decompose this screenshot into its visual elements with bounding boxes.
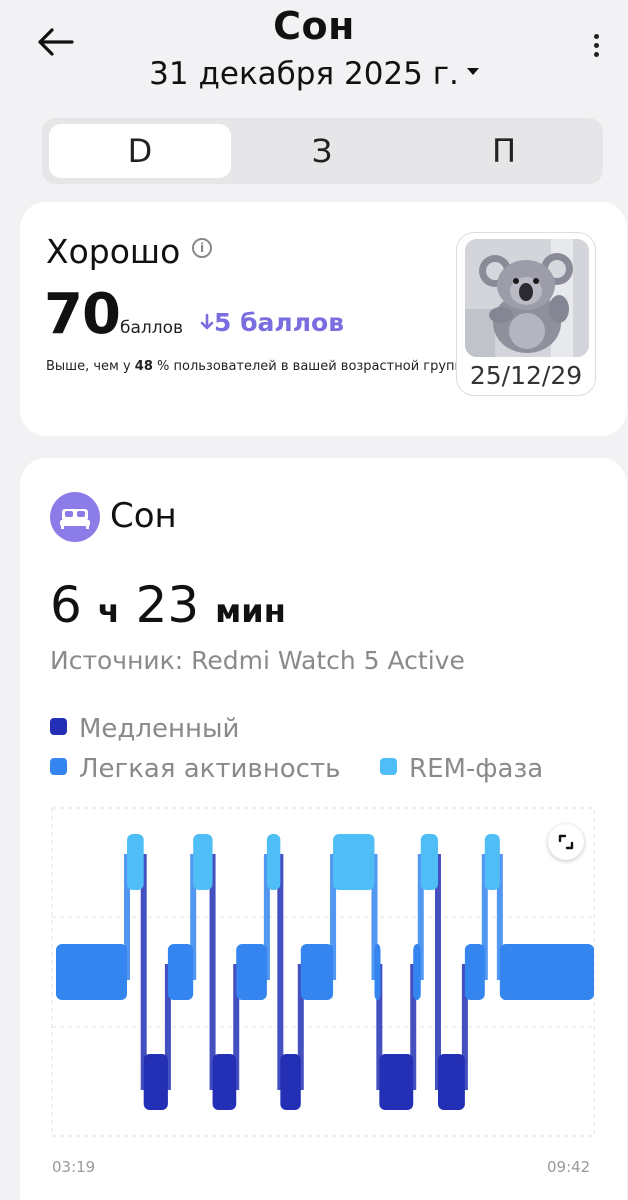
arrow-down-icon — [200, 313, 214, 330]
stage-block-light — [300, 944, 334, 1000]
info-icon[interactable]: i — [192, 238, 212, 258]
dropdown-caret-icon — [466, 68, 479, 75]
stage-block-rem — [127, 834, 144, 890]
chart-end-time: 09:42 — [547, 1158, 591, 1176]
sleep-quality-label: Хорошо — [46, 232, 181, 271]
more-dot-icon — [593, 34, 599, 39]
stage-block-rem — [193, 834, 213, 890]
tab-month[interactable]: П — [413, 124, 595, 178]
stage-block-light — [236, 944, 267, 1000]
expand-chart-button[interactable] — [548, 824, 584, 860]
stage-transition — [277, 854, 284, 1090]
stage-block-light — [374, 944, 381, 1000]
more-dot-icon — [593, 43, 599, 48]
score-delta: 5 баллов — [200, 308, 344, 337]
comparison-value: 48 — [134, 359, 153, 374]
expand-icon — [558, 834, 574, 850]
sleep-animal-badge[interactable]: 25/12/29 — [456, 232, 596, 396]
stage-transition — [434, 854, 441, 1090]
page-title: Сон — [273, 4, 355, 48]
stage-block-light — [413, 944, 421, 1000]
sleep-score-value: 70 — [44, 282, 121, 347]
stage-block-light — [167, 944, 194, 1000]
koala-icon — [465, 239, 589, 357]
top-bar: Сон 31 декабря 2025 г. — [0, 0, 628, 110]
stage-block-light — [464, 944, 485, 1000]
stage-block-deep — [280, 1054, 301, 1110]
badge-date: 25/12/29 — [469, 361, 583, 390]
sleep-score-unit: баллов — [120, 318, 184, 338]
peer-comparison-text: Выше, чем у 48 % пользователей в вашей в… — [46, 359, 475, 374]
stage-block-rem — [484, 834, 500, 890]
stage-block-rem — [266, 834, 281, 890]
more-options-button[interactable] — [586, 34, 606, 64]
stage-block-deep — [379, 1054, 414, 1110]
score-delta-value: 5 баллов — [214, 308, 345, 337]
tab-day[interactable]: D — [49, 124, 231, 178]
stage-block-deep — [143, 1054, 168, 1110]
stage-block-deep — [212, 1054, 237, 1110]
stage-block-rem — [420, 834, 438, 890]
sleep-details-card: Сон 6 ч 23 мин Источник: Redmi Watch 5 A… — [20, 458, 627, 1200]
sleep-score-card: Хорошо i 70 баллов 5 баллов Выше, чем у … — [20, 202, 627, 436]
sleep-stage-chart[interactable] — [20, 458, 627, 1200]
comparison-prefix: Выше, чем у — [46, 359, 135, 374]
date-selector[interactable]: 31 декабря 2025 г. — [0, 56, 628, 92]
comparison-suffix: % пользователей в вашей возрастной групп… — [152, 359, 476, 374]
stage-block-rem — [333, 834, 375, 890]
more-dot-icon — [593, 52, 599, 57]
chart-start-time: 03:19 — [52, 1158, 96, 1176]
date-label: 31 декабря 2025 г. — [149, 56, 459, 92]
stage-transition — [140, 854, 147, 1090]
tab-week[interactable]: З — [231, 124, 413, 178]
stage-block-deep — [437, 1054, 465, 1110]
stage-block-light — [56, 944, 128, 1000]
stage-block-light — [499, 944, 594, 1000]
period-tabs: D З П — [42, 118, 603, 184]
stage-transition — [209, 854, 216, 1090]
